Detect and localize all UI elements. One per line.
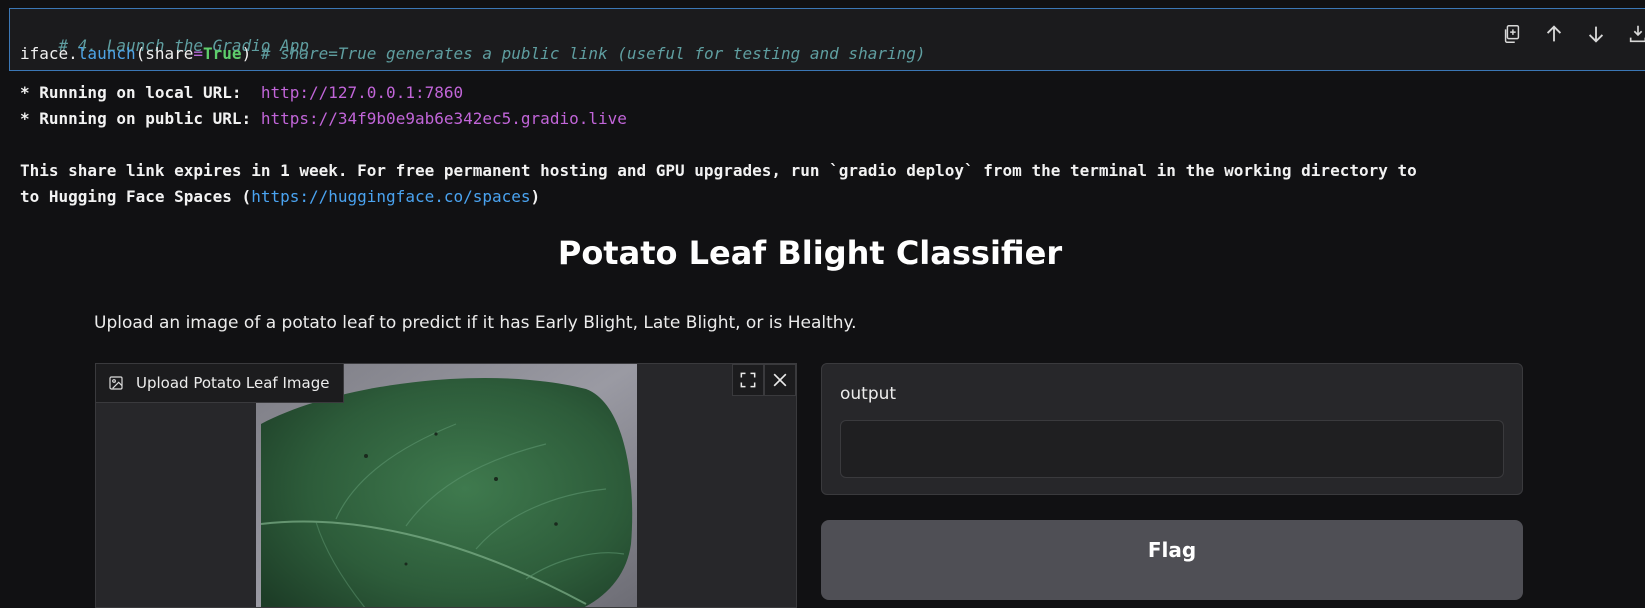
share-notice-prefix: to Hugging Face Spaces ( bbox=[20, 187, 252, 206]
arrow-up-icon bbox=[1546, 25, 1562, 42]
code-inline-comment: # share=True generates a public link (us… bbox=[260, 44, 926, 63]
insert-cell-below-button[interactable] bbox=[1623, 19, 1645, 49]
clear-image-button[interactable] bbox=[764, 364, 796, 396]
huggingface-spaces-link[interactable]: https://huggingface.co/spaces bbox=[251, 187, 530, 206]
output-textbox[interactable] bbox=[840, 420, 1504, 478]
cell-output: * Running on local URL: http://127.0.0.1… bbox=[20, 80, 1417, 210]
output-panel: output bbox=[821, 363, 1523, 495]
code-method: launch bbox=[77, 44, 136, 63]
output-label: output bbox=[840, 384, 897, 404]
image-controls bbox=[732, 364, 796, 396]
public-url-label: * Running on public URL: bbox=[20, 109, 261, 128]
code-cell[interactable]: # 4. Launch the Gradio App iface.launch(… bbox=[9, 8, 1645, 71]
code-object: iface. bbox=[20, 44, 78, 63]
code-arg: (share bbox=[135, 44, 194, 63]
local-url-link[interactable]: http://127.0.0.1:7860 bbox=[261, 83, 463, 102]
insert-below-icon bbox=[1629, 25, 1645, 43]
public-url-link[interactable]: https://34f9b0e9ab6e342ec5.gradio.live bbox=[261, 109, 627, 128]
cell-toolbar bbox=[1497, 19, 1645, 49]
app-title: Potato Leaf Blight Classifier bbox=[557, 234, 1063, 272]
image-input-label: Upload Potato Leaf Image bbox=[96, 364, 345, 403]
app-description: Upload an image of a potato leaf to pred… bbox=[94, 313, 857, 333]
copy-icon bbox=[1504, 25, 1520, 43]
code-value: True bbox=[203, 44, 242, 63]
fullscreen-icon bbox=[740, 372, 756, 388]
image-input-label-text: Upload Potato Leaf Image bbox=[136, 374, 330, 392]
code-launch-line: iface.launch(share=True) # share=True ge… bbox=[20, 44, 926, 63]
image-upload-panel[interactable]: Upload Potato Leaf Image bbox=[95, 363, 797, 608]
share-notice-suffix: ) bbox=[530, 187, 541, 206]
share-notice-line: This share link expires in 1 week. For f… bbox=[20, 161, 1417, 180]
code-operator: = bbox=[193, 44, 204, 63]
image-icon bbox=[109, 376, 123, 390]
arrow-down-icon bbox=[1588, 26, 1604, 43]
code-close: ) bbox=[241, 44, 261, 63]
close-icon bbox=[773, 373, 787, 387]
local-url-label: * Running on local URL: bbox=[20, 83, 261, 102]
fullscreen-button[interactable] bbox=[732, 364, 764, 396]
move-cell-up-button[interactable] bbox=[1539, 19, 1569, 49]
move-cell-down-button[interactable] bbox=[1581, 19, 1611, 49]
copy-cell-button[interactable] bbox=[1497, 19, 1527, 49]
flag-button[interactable]: Flag bbox=[821, 520, 1523, 600]
